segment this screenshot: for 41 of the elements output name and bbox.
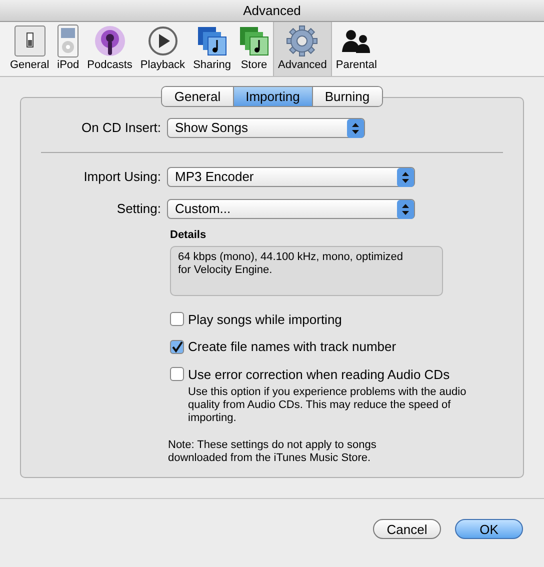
music-store-icon [238,26,269,56]
toolbar-item[interactable]: iPod [53,22,84,76]
settings-note: Note: These settings do not apply to songs downloaded from the iTunes Music Store. [168,439,378,465]
stepper-arrows-icon [347,118,364,138]
option-description: Use this option if you experience problems with the audio quality from Audio CDs. This may reduce the speed of importing. [188,386,468,425]
field-label: On CD Insert: [80,119,161,138]
toolbar-item[interactable]: General [6,22,54,76]
details-label: Details [170,228,208,243]
tab[interactable]: Burning [312,87,382,106]
stepper-arrows-icon [397,200,414,218]
checkbox[interactable] [170,367,184,382]
podcast-icon [94,25,126,57]
toolbar-item[interactable]: Podcasts [83,22,136,76]
ok-button[interactable]: OK [455,519,523,539]
toolbar-item[interactable]: Sharing [189,22,235,76]
tab[interactable]: Importing [232,87,312,106]
cd-insert-dropdown[interactable]: Show Songs [167,118,365,138]
toolbar-item[interactable]: Parental [332,22,381,76]
field-label: Import Using: [82,168,161,186]
people-icon [341,28,372,54]
toolbar-item[interactable]: Store [234,22,273,76]
stepper-arrows-icon [397,168,414,186]
tab[interactable]: General [162,87,233,106]
checkbox[interactable] [170,340,184,354]
setting-dropdown[interactable]: Custom... [167,199,415,219]
details-box: 64 kbps (mono), 44.100 kHz, mono, optimized for Velocity Engine. [170,246,443,296]
import-using-dropdown[interactable]: MP3 Encoder [167,167,415,187]
switch-icon [14,25,46,57]
checkbox-label: Use error correction when reading Audio CDs [188,366,450,384]
gear-icon [286,25,318,57]
checkmark-icon [171,340,183,353]
checkbox-label: Create file names with track number [188,338,396,356]
checkbox[interactable] [170,312,184,326]
play-icon [148,26,178,56]
field-label: Setting: [116,200,161,218]
shared-music-icon [197,26,228,56]
cancel-button[interactable]: Cancel [373,519,441,539]
toolbar-item[interactable]: Advanced [272,22,332,76]
window-title: Advanced [243,2,301,20]
toolbar-item[interactable]: Playback [136,22,190,76]
checkbox-label: Play songs while importing [188,310,342,329]
